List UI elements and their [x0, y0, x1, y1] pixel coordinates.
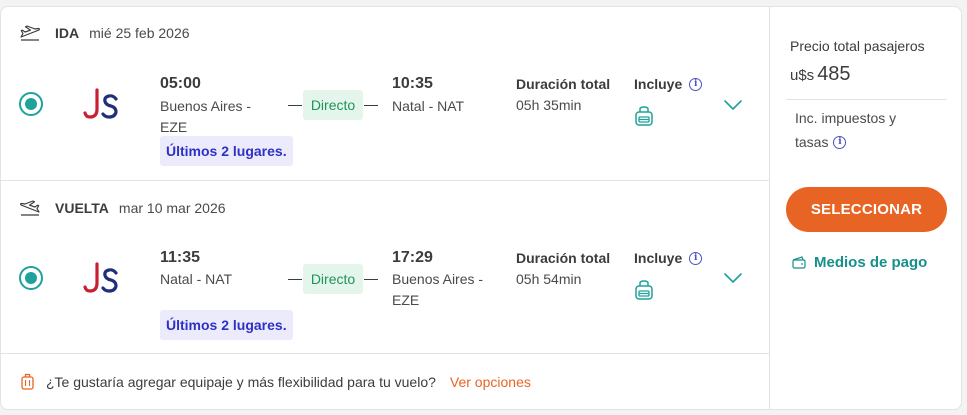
stop-line-left	[288, 105, 302, 106]
wallet-icon	[792, 256, 806, 269]
outbound-direct-badge: Directo	[303, 90, 363, 120]
outbound-includes: Incluye i	[634, 76, 703, 92]
price-amount: 485	[817, 63, 851, 85]
see-options-link[interactable]: Ver opciones	[450, 374, 531, 390]
return-radio[interactable]	[19, 266, 43, 290]
itinerary-section: IDA mié 25 feb 2026 JS 05:00 Buenos Aire…	[1, 7, 769, 409]
stop-line-right	[364, 279, 378, 280]
info-icon[interactable]: i	[689, 77, 703, 91]
return-seats-badge: Últimos 2 lugares.	[160, 310, 293, 340]
outbound-depart-time: 05:00	[160, 75, 201, 92]
upsell-question: ¿Te gustaría agregar equipaje y más flex…	[46, 374, 436, 390]
footer-divider	[1, 353, 769, 354]
segment-date: mié 25 feb 2026	[89, 25, 190, 41]
outbound-duration-label: Duración total	[516, 76, 611, 92]
stop-line-right	[364, 105, 378, 106]
segment-direction: IDA	[55, 25, 80, 41]
payment-methods-label[interactable]: Medios de pago	[814, 254, 927, 271]
return-arrive-place: Buenos Aires - EZE	[392, 269, 483, 311]
segment-divider	[1, 180, 769, 181]
chevron-down-icon[interactable]	[723, 99, 743, 111]
return-arrive-city: Buenos Aires -	[392, 271, 484, 287]
outbound-duration-value: 05h 35min	[516, 97, 582, 113]
return-duration-label: Duración total	[516, 250, 611, 266]
tax-line-2-row: tasas i	[795, 130, 945, 154]
info-icon[interactable]: i	[833, 135, 847, 149]
payment-methods-link[interactable]: Medios de pago	[792, 254, 927, 271]
outbound-arrive-city: Natal - NAT	[392, 98, 465, 114]
chevron-down-icon[interactable]	[723, 272, 743, 284]
return-duration-value: 05h 54min	[516, 271, 582, 287]
outbound-depart-code: EZE	[160, 119, 188, 135]
airplane-landing-icon	[20, 200, 40, 216]
tax-line-1: Inc. impuestos y	[795, 110, 897, 126]
airline-logo-text: JS	[83, 87, 85, 88]
segment-date: mar 10 mar 2026	[118, 200, 226, 216]
upsell-footer: ¿Te gustaría agregar equipaje y más flex…	[21, 373, 531, 391]
price-panel: Precio total pasajeros u$s 485 Inc. impu…	[769, 7, 961, 409]
includes-label: Incluye	[634, 250, 683, 266]
backpack-icon	[635, 280, 653, 300]
segment-direction: VUELTA	[55, 200, 109, 216]
price-currency: u$s	[790, 67, 815, 84]
return-depart-time: 11:35	[160, 249, 201, 266]
outbound-depart-place: Buenos Aires - EZE	[160, 96, 251, 138]
return-depart-place: Natal - NAT	[160, 269, 232, 290]
tax-note: Inc. impuestos y tasas i	[795, 106, 945, 154]
return-includes: Incluye i	[634, 250, 703, 266]
includes-label: Incluye	[634, 76, 683, 92]
backpack-icon	[635, 106, 653, 126]
return-arrive-time: 17:29	[392, 249, 433, 266]
outbound-seats-badge: Últimos 2 lugares.	[160, 136, 293, 166]
tax-line-2: tasas	[795, 134, 829, 150]
outbound-arrive-time: 10:35	[392, 75, 433, 92]
outbound-header: IDA mié 25 feb 2026	[19, 25, 190, 41]
price-title: Precio total pasajeros	[790, 38, 925, 54]
price-divider	[786, 99, 947, 100]
airplane-takeoff-icon	[20, 25, 40, 41]
outbound-radio[interactable]	[19, 92, 43, 116]
outbound-depart-city: Buenos Aires -	[160, 98, 252, 114]
airline-logo	[83, 262, 118, 293]
stop-line-left	[288, 279, 302, 280]
return-depart-city: Natal - NAT	[160, 271, 233, 287]
outbound-arrive-place: Natal - NAT	[392, 96, 464, 117]
return-direct-badge: Directo	[303, 264, 363, 294]
total-price: u$s 485	[790, 63, 851, 86]
luggage-icon	[21, 373, 34, 390]
return-arrive-code: EZE	[392, 292, 420, 308]
airline-logo: JS	[83, 87, 118, 119]
info-icon[interactable]: i	[689, 251, 703, 265]
flight-result-card: IDA mié 25 feb 2026 JS 05:00 Buenos Aire…	[0, 6, 962, 410]
select-button[interactable]: SELECCIONAR	[786, 187, 947, 232]
return-header: VUELTA mar 10 mar 2026	[19, 200, 226, 216]
